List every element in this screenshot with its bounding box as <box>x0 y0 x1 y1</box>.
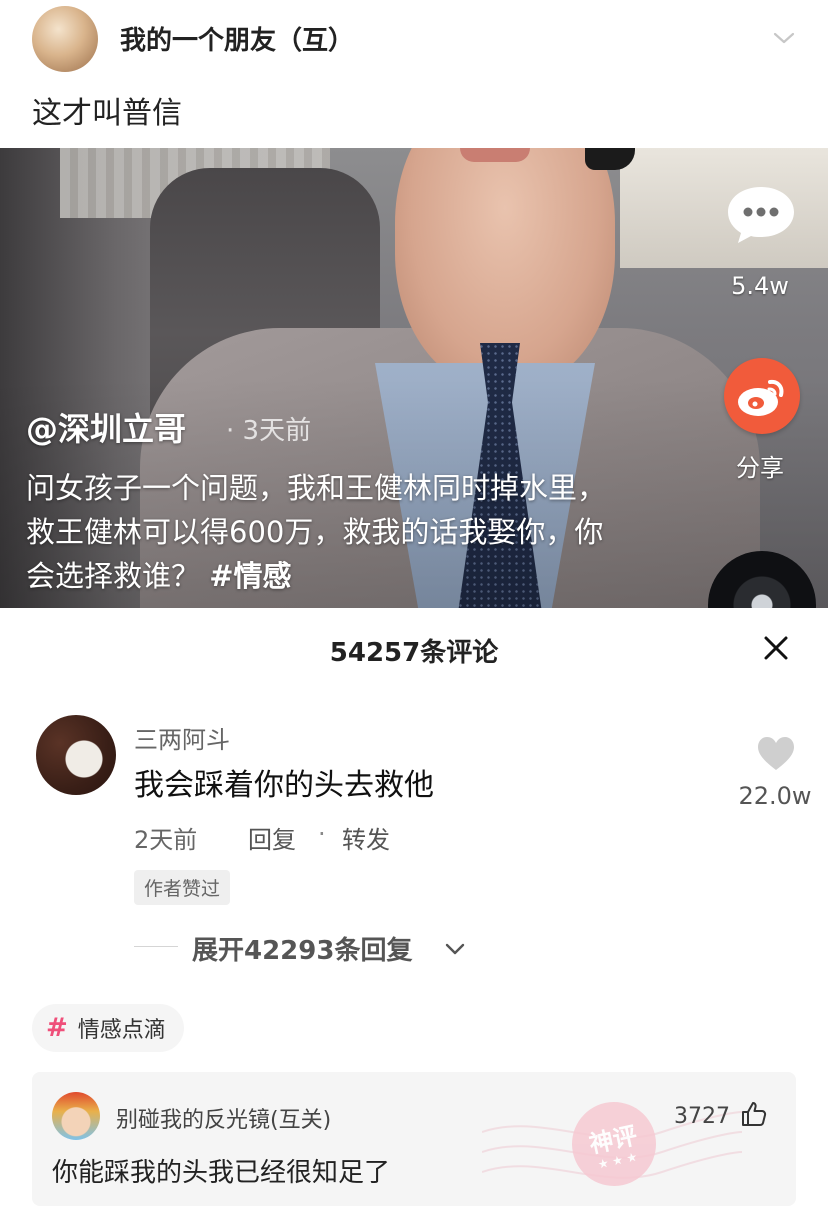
thumb-up-icon[interactable] <box>740 1100 768 1128</box>
author-avatar[interactable] <box>32 6 98 72</box>
expand-replies-button[interactable]: 展开42293条回复 <box>192 930 412 967</box>
post-header: 我的一个朋友（互） <box>0 0 828 80</box>
god-comment-box[interactable]: 神评 ★ ★ ★ 别碰我的反光镜(互关) 你能踩我的头我已经很知足了 3727 <box>32 1072 796 1206</box>
post-text: 这才叫普信 <box>32 96 182 131</box>
god-comment-like-count: 3727 <box>674 1104 730 1129</box>
video-side-actions: 5.4w 分享 <box>700 148 828 608</box>
god-comment-text: 你能踩我的头我已经很知足了 <box>52 1158 391 1188</box>
hashtag-icon: # <box>46 1013 68 1043</box>
topic-label: 情感点滴 <box>77 1018 166 1043</box>
god-commenter-avatar[interactable] <box>52 1092 100 1140</box>
comment-sheet-title: 54257条评论 <box>329 638 499 668</box>
comment-text: 我会踩着你的头去救他 <box>134 768 434 803</box>
video-caption: 问女孩子一个问题，我和王健林同时掉水里，救王健林可以得600万，救我的话我娶你，… <box>26 466 606 598</box>
dot-separator: · <box>318 820 326 848</box>
comment-time: 2天前 <box>134 826 198 854</box>
author-liked-badge: 作者赞过 <box>134 870 231 905</box>
comment-like-count: 22.0w <box>738 782 812 810</box>
reply-button[interactable]: 回复 <box>248 820 296 855</box>
close-icon[interactable] <box>762 634 790 662</box>
weibo-share-button[interactable] <box>724 358 800 434</box>
video-hashtag[interactable]: #情感 <box>209 559 291 593</box>
embedded-screenshot[interactable]: @深圳立哥 · 3天前 问女孩子一个问题，我和王健林同时掉水里，救王健林可以得6… <box>0 148 828 983</box>
expand-divider <box>134 946 178 947</box>
chevron-down-icon[interactable] <box>772 26 796 50</box>
video-time: · 3天前 <box>226 416 312 446</box>
comment-count: 5.4w <box>731 272 789 300</box>
chevron-down-icon[interactable] <box>444 938 466 960</box>
commenter-name[interactable]: 三两阿斗 <box>134 720 230 755</box>
comment-sheet: 54257条评论 三两阿斗 我会踩着你的头去救他 2天前 回复 · 转发 作者赞… <box>0 608 828 983</box>
weibo-icon <box>738 379 784 416</box>
video-frame[interactable]: @深圳立哥 · 3天前 问女孩子一个问题，我和王健林同时掉水里，救王健林可以得6… <box>0 148 828 608</box>
comment-bubble-icon[interactable] <box>724 184 798 246</box>
topic-chip[interactable]: # 情感点滴 <box>32 1004 184 1052</box>
heart-icon[interactable] <box>756 736 796 772</box>
author-name[interactable]: 我的一个朋友（互） <box>120 20 354 57</box>
forward-button[interactable]: 转发 <box>342 820 390 855</box>
commenter-avatar[interactable] <box>36 715 116 795</box>
man-mouth <box>460 148 530 162</box>
music-disc-icon[interactable] <box>708 551 816 608</box>
video-author-handle[interactable]: @深圳立哥 <box>26 404 186 450</box>
video-caption-text: 问女孩子一个问题，我和王健林同时掉水里，救王健林可以得600万，救我的话我娶你，… <box>26 471 607 593</box>
share-label[interactable]: 分享 <box>710 448 810 483</box>
god-commenter-name[interactable]: 别碰我的反光镜(互关) <box>116 1102 331 1134</box>
